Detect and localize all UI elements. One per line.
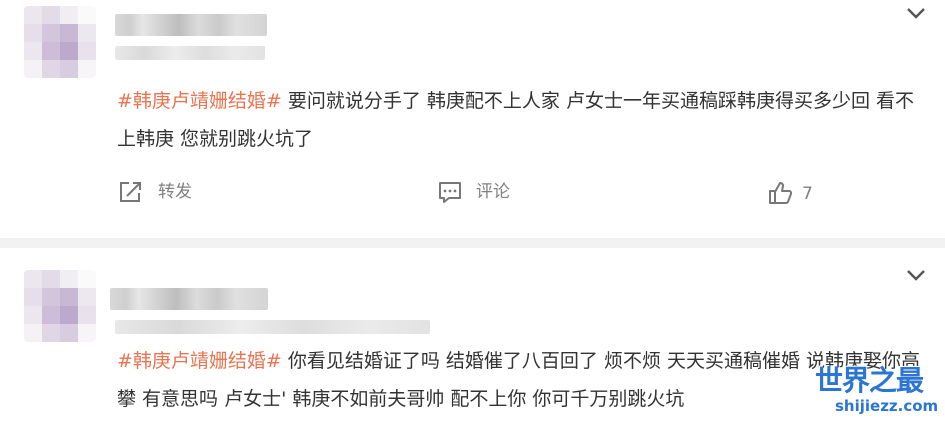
- hashtag-link[interactable]: #韩庚卢靖姗结婚#: [117, 350, 282, 372]
- watermark-url: shijiezz.com: [835, 397, 939, 415]
- username-blurred[interactable]: [110, 288, 268, 310]
- comment-card: #韩庚卢靖姗结婚# 你看见结婚证了吗 结婚催了八百回了 烦不烦 天天买通稿催婚 …: [0, 248, 945, 423]
- avatar[interactable]: [24, 270, 96, 342]
- like-icon[interactable]: [767, 180, 793, 206]
- hashtag-link[interactable]: #韩庚卢靖姗结婚#: [117, 90, 282, 112]
- post-meta-blurred: [115, 46, 265, 60]
- username-blurred[interactable]: [115, 14, 267, 36]
- avatar[interactable]: [24, 6, 96, 78]
- comment-text: #韩庚卢靖姗结婚# 你看见结婚证了吗 结婚催了八百回了 烦不烦 天天买通稿催婚 …: [117, 342, 927, 418]
- comment-icon[interactable]: [437, 180, 463, 204]
- chevron-down-icon[interactable]: [906, 6, 926, 20]
- chevron-down-icon[interactable]: [906, 268, 926, 282]
- watermark-logo: 世界之最 shijiezz.com: [815, 365, 940, 420]
- comment-text: #韩庚卢靖姗结婚# 要问就说分手了 韩庚配不上人家 卢女士一年买通稿踩韩庚得买多…: [117, 82, 927, 158]
- like-count: 7: [802, 184, 813, 204]
- comment-button[interactable]: 评论: [476, 182, 510, 202]
- card-divider: [0, 238, 945, 248]
- repost-icon[interactable]: [118, 180, 144, 204]
- watermark-title: 世界之最: [815, 364, 924, 397]
- comment-card: #韩庚卢靖姗结婚# 要问就说分手了 韩庚配不上人家 卢女士一年买通稿踩韩庚得买多…: [0, 0, 945, 238]
- repost-button[interactable]: 转发: [158, 182, 192, 202]
- post-meta-blurred: [115, 320, 430, 334]
